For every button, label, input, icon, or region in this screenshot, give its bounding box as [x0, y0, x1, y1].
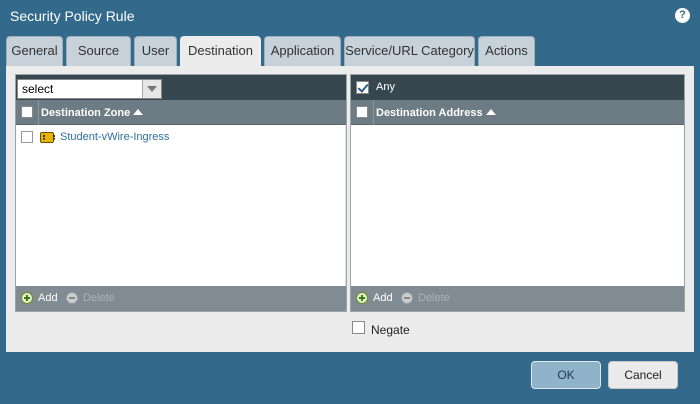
sort-ascending-icon	[485, 109, 496, 115]
add-button[interactable]: Add	[373, 292, 393, 304]
tab-source[interactable]: Source	[66, 36, 131, 66]
address-column-label: Destination Address	[376, 107, 483, 119]
dialog-title: Security Policy Rule	[10, 8, 135, 24]
zone-name[interactable]: Student-vWire-Ingress	[60, 131, 169, 143]
zone-icon	[40, 132, 55, 143]
address-table-header: Destination Address	[351, 100, 684, 125]
any-label: Any	[376, 81, 395, 93]
delete-button: Delete	[418, 292, 450, 304]
zone-column-header[interactable]: Destination Zone	[41, 107, 144, 119]
zone-select-value: select	[22, 82, 54, 96]
row-checkbox[interactable]	[21, 131, 33, 143]
dialog-titlebar: Security Policy Rule ?	[0, 0, 700, 33]
zone-table-header: Destination Zone	[16, 100, 346, 125]
address-footer: Add Delete	[351, 286, 684, 311]
negate-label: Negate	[371, 323, 410, 337]
cancel-button[interactable]: Cancel	[608, 361, 678, 389]
negate-checkbox[interactable]	[352, 321, 365, 334]
zone-column-label: Destination Zone	[41, 107, 131, 119]
tab-destination[interactable]: Destination	[180, 36, 261, 68]
delete-icon	[66, 292, 78, 304]
address-toolbar: Any	[351, 75, 684, 100]
table-row[interactable]: Student-vWire-Ingress	[16, 126, 346, 148]
tab-general[interactable]: General	[6, 36, 63, 66]
help-icon[interactable]: ?	[675, 8, 690, 23]
zone-footer: Add Delete	[16, 286, 346, 311]
column-divider	[373, 100, 374, 125]
tab-user[interactable]: User	[134, 36, 177, 66]
column-divider	[345, 126, 346, 286]
tab-application[interactable]: Application	[264, 36, 341, 66]
address-select-all-checkbox[interactable]	[356, 106, 368, 118]
delete-button: Delete	[83, 292, 115, 304]
address-column-header[interactable]: Destination Address	[376, 107, 496, 119]
delete-icon	[401, 292, 413, 304]
add-icon[interactable]	[356, 292, 368, 304]
tab-actions[interactable]: Actions	[478, 36, 535, 66]
sort-ascending-icon	[133, 109, 144, 115]
add-button[interactable]: Add	[38, 292, 58, 304]
destination-zone-panel: select Destination Zone Student-vWire-In…	[15, 74, 347, 312]
zone-toolbar: select	[16, 75, 346, 100]
column-divider	[38, 100, 39, 125]
chevron-down-icon[interactable]	[142, 80, 161, 98]
zone-select-all-checkbox[interactable]	[21, 106, 33, 118]
zone-select[interactable]: select	[17, 79, 162, 99]
add-icon[interactable]	[21, 292, 33, 304]
tab-service-url-category[interactable]: Service/URL Category	[344, 36, 475, 66]
any-checkbox[interactable]	[356, 81, 369, 94]
tab-content: select Destination Zone Student-vWire-In…	[6, 66, 694, 352]
destination-address-panel: Any Destination Address Add Delete	[350, 74, 685, 312]
ok-button[interactable]: OK	[531, 361, 601, 389]
